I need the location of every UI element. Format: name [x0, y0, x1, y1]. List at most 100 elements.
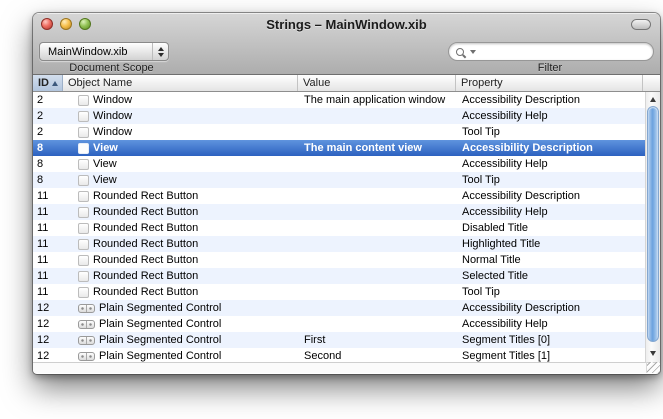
table-row[interactable]: 11 Rounded Rect Button Normal Title: [33, 252, 645, 268]
generic-object-icon: [78, 239, 89, 250]
cell-id: 11: [33, 204, 63, 220]
table-row[interactable]: 2 Window Tool Tip: [33, 124, 645, 140]
scroll-down-arrow-icon: [650, 351, 656, 356]
table-rows: 2 Window The main application window Acc…: [33, 92, 645, 362]
table-row[interactable]: 11 Rounded Rect Button Selected Title: [33, 268, 645, 284]
table-row[interactable]: 11 Rounded Rect Button Tool Tip: [33, 284, 645, 300]
cell-property: Disabled Title: [456, 220, 643, 236]
cell-property: Tool Tip: [456, 124, 643, 140]
cell-id: 12: [33, 316, 63, 332]
column-header-object-name-label: Object Name: [68, 77, 132, 89]
cell-id: 2: [33, 124, 63, 140]
generic-object-icon: [78, 127, 89, 138]
cell-id: 11: [33, 252, 63, 268]
cell-value: [298, 172, 456, 188]
scroll-down-button[interactable]: [646, 347, 660, 359]
cell-property: Accessibility Help: [456, 108, 643, 124]
cell-object-name: Plain Segmented Control: [63, 332, 298, 348]
resize-grip[interactable]: [646, 362, 660, 373]
cell-value: [298, 268, 456, 284]
generic-object-icon: [78, 111, 89, 122]
scroll-up-button[interactable]: [646, 93, 660, 105]
cell-property: Segment Titles [1]: [456, 348, 643, 362]
generic-object-icon: [78, 191, 89, 202]
vertical-scrollbar[interactable]: [645, 92, 660, 362]
generic-object-icon: [78, 159, 89, 170]
cell-value: [298, 204, 456, 220]
generic-object-icon: [78, 255, 89, 266]
table-row[interactable]: 12 Plain Segmented Control First Segment…: [33, 332, 645, 348]
filter-search-field[interactable]: [448, 42, 654, 61]
table-row[interactable]: 8 View Tool Tip: [33, 172, 645, 188]
cell-property: Tool Tip: [456, 284, 643, 300]
window-chrome: Strings – MainWindow.xib MainWindow.xib …: [33, 13, 660, 75]
table-row[interactable]: 12 Plain Segmented Control Accessibility…: [33, 316, 645, 332]
cell-value: [298, 188, 456, 204]
column-header-value[interactable]: Value: [298, 75, 456, 91]
cell-id: 11: [33, 220, 63, 236]
column-header-object-name[interactable]: Object Name: [63, 75, 298, 91]
cell-id: 11: [33, 268, 63, 284]
cell-value: [298, 284, 456, 300]
cell-object-name: Plain Segmented Control: [63, 348, 298, 362]
window-title: Strings – MainWindow.xib: [33, 17, 660, 32]
table-row[interactable]: 11 Rounded Rect Button Highlighted Title: [33, 236, 645, 252]
table-body: 2 Window The main application window Acc…: [33, 92, 660, 362]
cell-object-name: Rounded Rect Button: [63, 188, 298, 204]
cell-value: [298, 124, 456, 140]
cell-object-name: Rounded Rect Button: [63, 284, 298, 300]
cell-object-name: Rounded Rect Button: [63, 252, 298, 268]
column-header-property-label: Property: [461, 77, 503, 89]
generic-object-icon: [78, 175, 89, 186]
table-row[interactable]: 11 Rounded Rect Button Accessibility Des…: [33, 188, 645, 204]
scrollbar-thumb[interactable]: [647, 106, 659, 342]
segmented-control-icon: [78, 304, 95, 313]
toolbar-toggle-button[interactable]: [631, 19, 651, 30]
cell-property: Accessibility Description: [456, 92, 643, 108]
column-header-id[interactable]: ID: [33, 75, 63, 91]
cell-id: 11: [33, 284, 63, 300]
cell-object-name: Window: [63, 108, 298, 124]
sort-ascending-icon: [52, 81, 58, 86]
cell-property: Segment Titles [0]: [456, 332, 643, 348]
cell-property: Accessibility Description: [456, 188, 643, 204]
cell-object-name: Rounded Rect Button: [63, 220, 298, 236]
generic-object-icon: [78, 287, 89, 298]
document-scope-popup-value: MainWindow.xib: [40, 46, 152, 58]
cell-object-name: View: [63, 172, 298, 188]
cell-id: 8: [33, 172, 63, 188]
cell-value: The main application window: [298, 92, 456, 108]
table-row[interactable]: 2 Window Accessibility Help: [33, 108, 645, 124]
column-header-property[interactable]: Property: [456, 75, 643, 91]
filter-search-input[interactable]: [476, 44, 653, 59]
titlebar[interactable]: Strings – MainWindow.xib: [33, 13, 660, 35]
table-row[interactable]: 8 View Accessibility Help: [33, 156, 645, 172]
table-row[interactable]: 2 Window The main application window Acc…: [33, 92, 645, 108]
generic-object-icon: [78, 223, 89, 234]
table-row[interactable]: 12 Plain Segmented Control Accessibility…: [33, 300, 645, 316]
generic-object-icon: [78, 143, 89, 154]
table-row[interactable]: 12 Plain Segmented Control Second Segmen…: [33, 348, 645, 362]
segmented-control-icon: [78, 352, 95, 361]
document-scope-popup[interactable]: MainWindow.xib: [39, 42, 169, 61]
table-row[interactable]: 11 Rounded Rect Button Disabled Title: [33, 220, 645, 236]
cell-object-name: View: [63, 140, 298, 156]
cell-value: The main content view: [298, 140, 456, 156]
search-icon: [456, 48, 464, 56]
cell-value: [298, 236, 456, 252]
table-row[interactable]: 11 Rounded Rect Button Accessibility Hel…: [33, 204, 645, 220]
cell-property: Accessibility Description: [456, 140, 643, 156]
cell-value: [298, 108, 456, 124]
up-arrow-icon: [158, 47, 164, 51]
document-scope-label: Document Scope: [39, 62, 184, 74]
cell-value: [298, 220, 456, 236]
cell-property: Accessibility Help: [456, 316, 643, 332]
segmented-control-icon: [78, 336, 95, 345]
cell-id: 12: [33, 300, 63, 316]
cell-id: 11: [33, 236, 63, 252]
popup-stepper-icon: [152, 43, 168, 60]
column-header-filler: [643, 75, 660, 91]
cell-object-name: Window: [63, 92, 298, 108]
generic-object-icon: [78, 271, 89, 282]
table-row[interactable]: 8 View The main content view Accessibili…: [33, 140, 645, 156]
